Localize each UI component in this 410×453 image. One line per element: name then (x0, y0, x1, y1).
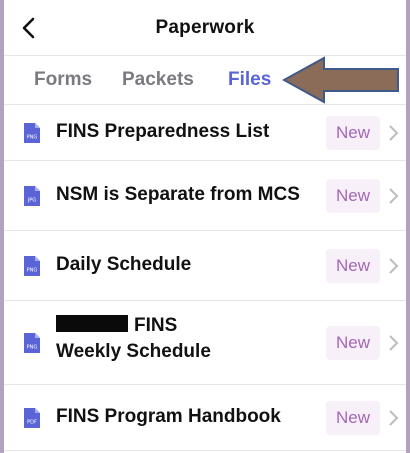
file-name: Daily Schedule (56, 254, 192, 275)
chevron-right-icon (389, 335, 399, 351)
redaction-bar (56, 315, 128, 332)
list-item[interactable]: PDF FINS Program Handbook New (4, 385, 406, 451)
png-file-icon: PNG (24, 256, 40, 276)
file-name: FINS Program Handbook (56, 406, 281, 427)
new-badge: New (326, 116, 380, 150)
chevron-right-icon (389, 258, 399, 274)
tab-files[interactable]: Files (228, 69, 271, 91)
file-name-line1: FINS (56, 315, 177, 337)
new-badge: New (326, 326, 380, 360)
list-item[interactable]: JPG NSM is Separate from MCS New (4, 161, 406, 231)
svg-text:PNG: PNG (27, 268, 38, 274)
back-button[interactable] (14, 14, 42, 42)
paperwork-screen: Paperwork Forms Packets Files Groups PNG… (0, 0, 410, 453)
pdf-file-icon: PDF (24, 408, 40, 428)
file-name: NSM is Separate from MCS (56, 184, 300, 205)
file-name: FINS Preparedness List (56, 121, 270, 142)
chevron-right-icon (389, 188, 399, 204)
chevron-left-icon (22, 17, 35, 39)
svg-text:JPG: JPG (27, 198, 36, 204)
list-item[interactable]: PNG Daily Schedule New (4, 231, 406, 301)
svg-text:PNG: PNG (27, 345, 38, 351)
jpg-file-icon: JPG (24, 186, 40, 206)
svg-text:PDF: PDF (27, 420, 37, 426)
new-badge: New (326, 249, 380, 283)
page-title: Paperwork (155, 16, 255, 38)
tab-bar: Forms Packets Files Groups (4, 56, 406, 105)
tab-packets[interactable]: Packets (122, 69, 194, 91)
png-file-icon: PNG (24, 333, 40, 353)
list-item[interactable]: PNG FINS Preparedness List New (4, 105, 406, 161)
svg-text:PNG: PNG (27, 135, 38, 141)
file-name-line2: Weekly Schedule (56, 341, 211, 362)
tab-groups[interactable]: Groups (310, 69, 378, 91)
tab-forms[interactable]: Forms (34, 69, 92, 91)
chevron-right-icon (389, 410, 399, 426)
list-item[interactable]: PNG FINS Weekly Schedule New (4, 301, 406, 385)
chevron-right-icon (389, 125, 399, 141)
header: Paperwork (4, 0, 406, 56)
new-badge: New (326, 401, 380, 435)
png-file-icon: PNG (24, 123, 40, 143)
new-badge: New (326, 179, 380, 213)
